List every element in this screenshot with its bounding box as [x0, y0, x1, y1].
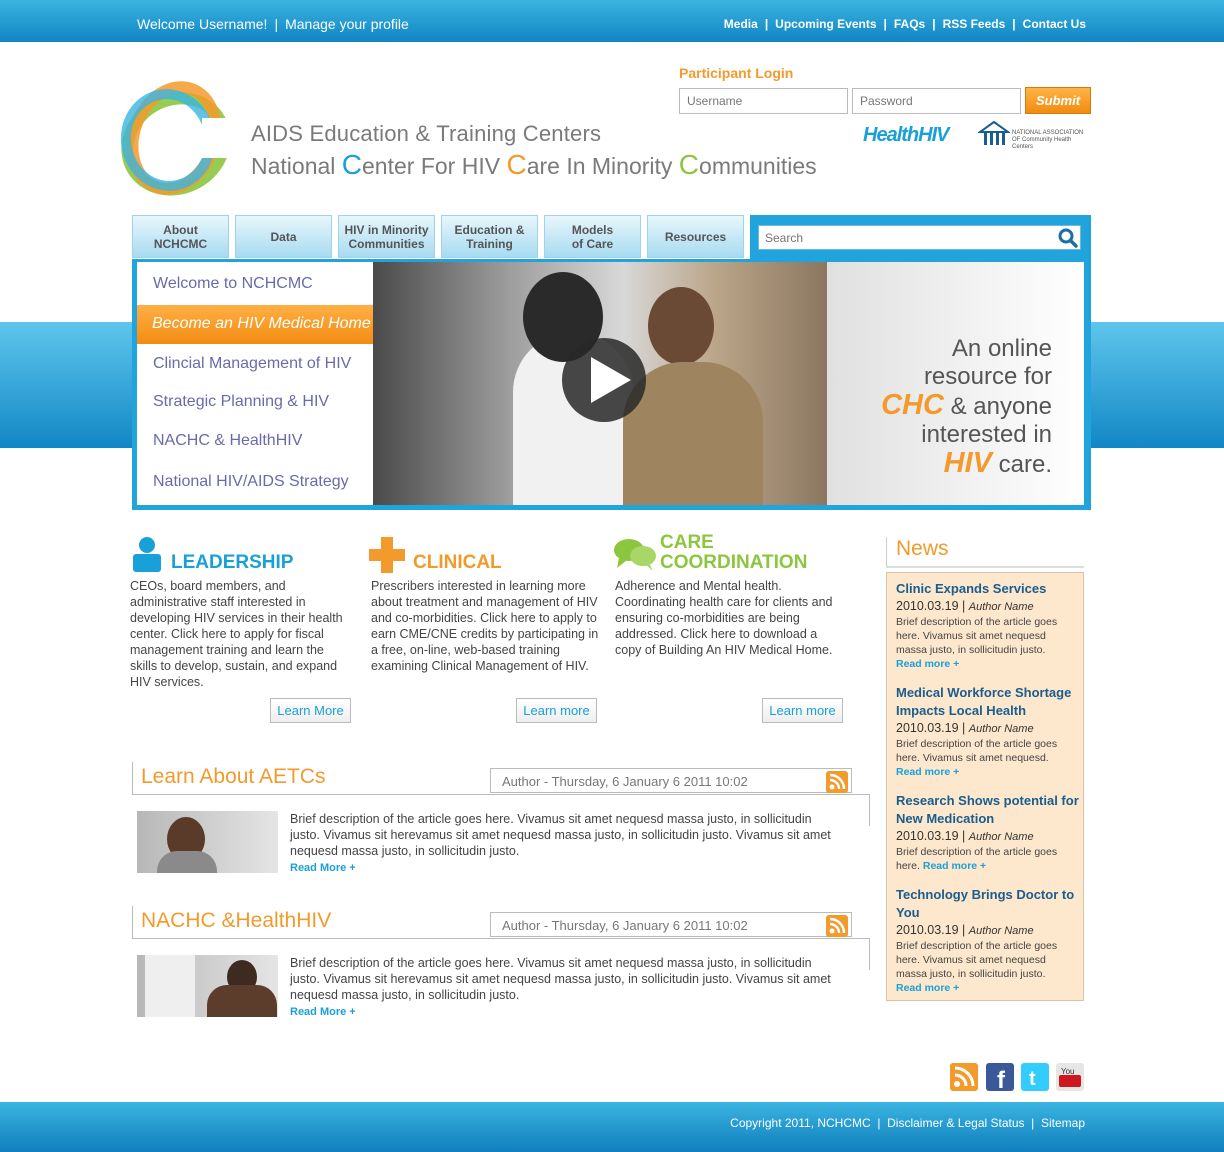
feature-menu: Welcome to NCHCMC Clincial Management of…	[137, 262, 373, 505]
care-coordination-learn-more-button[interactable]: Learn more	[762, 698, 843, 723]
manage-profile-link[interactable]: Manage your profile	[285, 16, 409, 32]
clinical-title: CLINICAL	[413, 552, 502, 573]
tab-data[interactable]: Data	[235, 215, 332, 258]
news-item-title[interactable]: Clinic Expands Services	[896, 580, 1079, 598]
rss-icon[interactable]	[826, 771, 848, 793]
section-heading-nachc: NACHC &HealthHIV	[141, 909, 332, 932]
news-panel: Clinic Expands Services 2010.03.19 | Aut…	[886, 572, 1084, 1001]
twitter-icon[interactable]: t	[1021, 1063, 1049, 1091]
tab-education[interactable]: Education & Training	[441, 215, 538, 258]
news-item-title[interactable]: Medical Workforce Shortage Impacts Local…	[896, 684, 1079, 720]
top-bar: Welcome Username! | Manage your profile Me…	[0, 0, 1224, 42]
menu-item-nachc[interactable]: NACHC & HealthHIV	[153, 432, 302, 450]
section-byline-nachc: Author - Thursday, 6 January 6 2011 10:0…	[490, 912, 852, 937]
article-thumbnail-phone[interactable]	[137, 811, 278, 873]
leadership-title: LEADERSHIP	[171, 552, 294, 573]
welcome-text: Welcome Username!	[137, 16, 268, 32]
speech-bubbles-icon	[614, 539, 656, 571]
footer: Copyright 2011, NCHCMC | Disclaimer & Le…	[0, 1102, 1224, 1152]
search-icon[interactable]	[1058, 228, 1078, 248]
menu-item-medical-home[interactable]: Become an HIV Medical Home	[137, 305, 393, 344]
leadership-text: CEOs, board members, and administrative …	[130, 579, 343, 689]
svg-text:t: t	[1029, 1068, 1036, 1090]
clinical-learn-more-button[interactable]: Learn more	[516, 698, 597, 723]
news-item: Technology Brings Doctor to You 2010.03.…	[896, 886, 1079, 995]
care-coordination-text: Adherence and Mental health. Coordinatin…	[615, 579, 833, 657]
nachc-building-icon	[976, 120, 1012, 145]
login-label: Participant Login	[679, 65, 794, 81]
read-more-link[interactable]: Read More +	[290, 862, 356, 874]
rss-icon[interactable]	[950, 1063, 978, 1091]
news-item: Medical Workforce Shortage Impacts Local…	[896, 684, 1079, 779]
aetc-logo-icon[interactable]	[118, 78, 240, 200]
svg-text:You: You	[1061, 1067, 1075, 1076]
nachc-logo[interactable]: NATIONAL ASSOCIATION OF Community Health…	[976, 120, 1093, 150]
menu-item-welcome[interactable]: Welcome to NCHCMC	[153, 275, 313, 293]
contact-us-link[interactable]: Contact Us	[1023, 17, 1086, 31]
footer-links: Copyright 2011, NCHCMC | Disclaimer & Le…	[730, 1116, 1085, 1130]
tab-hiv-minority[interactable]: HIV in Minority Communities	[338, 215, 435, 258]
care-coordination-title: CARE COORDINATION	[660, 532, 808, 573]
tab-resources[interactable]: Resources	[647, 215, 744, 258]
news-item-title[interactable]: Technology Brings Doctor to You	[896, 886, 1079, 922]
article-text-nachc: Brief description of the article goes he…	[290, 956, 831, 1018]
news-read-more-link[interactable]: Read more +	[896, 982, 959, 994]
upcoming-events-link[interactable]: Upcoming Events	[775, 17, 876, 31]
rss-icon[interactable]	[826, 915, 848, 937]
news-read-more-link[interactable]: Read more +	[896, 658, 959, 670]
disclaimer-link[interactable]: Disclaimer & Legal Status	[887, 1116, 1024, 1130]
youtube-icon[interactable]: You	[1056, 1063, 1084, 1091]
submit-button[interactable]: Submit	[1025, 87, 1091, 114]
search-input[interactable]	[758, 225, 1081, 250]
facebook-icon[interactable]: f	[986, 1063, 1014, 1091]
media-link[interactable]: Media	[724, 17, 758, 31]
copyright-text: Copyright 2011, NCHCMC	[730, 1116, 871, 1130]
news-item: Clinic Expands Services 2010.03.19 | Aut…	[896, 580, 1079, 671]
clinical-text: Prescribers interested in learning more …	[371, 579, 599, 673]
read-more-link[interactable]: Read More +	[290, 1006, 356, 1018]
site-title-line2: National Center For HIV Care In Minority…	[251, 149, 817, 180]
plus-icon	[369, 537, 405, 573]
menu-item-clinical[interactable]: Clincial Management of HIV	[153, 355, 351, 373]
news-item-title[interactable]: Research Shows potential for New Medicat…	[896, 792, 1079, 828]
leadership-learn-more-button[interactable]: Learn More	[270, 698, 351, 723]
person-icon	[133, 537, 161, 572]
news-read-more-link[interactable]: Read more +	[896, 766, 959, 778]
news-item: Research Shows potential for New Medicat…	[896, 792, 1079, 872]
section-heading-aetcs: Learn About AETCs	[141, 765, 326, 788]
nachc-logo-text: NATIONAL ASSOCIATION OF Community Health…	[1012, 130, 1084, 150]
sitemap-link[interactable]: Sitemap	[1041, 1116, 1085, 1130]
play-icon	[591, 357, 631, 403]
svg-text:f: f	[997, 1067, 1006, 1091]
article-thumbnail-doctor[interactable]	[137, 955, 278, 1017]
news-read-more-link[interactable]: Read more +	[923, 860, 986, 872]
menu-item-strategy[interactable]: National HIV/AIDS Strategy	[153, 473, 349, 491]
username-input[interactable]	[679, 88, 848, 114]
section-byline-aetcs: Author - Thursday, 6 January 6 2011 10:0…	[490, 768, 852, 793]
user-links: Welcome Username! | Manage your profile	[137, 16, 409, 32]
tab-about[interactable]: About NCHCMC	[132, 215, 229, 258]
healthhiv-logo[interactable]: HealthHIV	[863, 124, 949, 147]
site-title-line1: AIDS Education & Training Centers	[251, 121, 602, 146]
news-heading: News	[896, 537, 949, 560]
utility-nav: Media | Upcoming Events | FAQs | RSS Feeds | Con…	[723, 17, 1086, 31]
password-input[interactable]	[852, 88, 1021, 114]
menu-item-strategic[interactable]: Strategic Planning & HIV	[153, 393, 329, 411]
article-text-aetcs: Brief description of the article goes he…	[290, 812, 831, 874]
faqs-link[interactable]: FAQs	[894, 17, 925, 31]
tab-models-of-care[interactable]: Models of Care	[544, 215, 641, 258]
feature-tagline: An online resource for CHC & anyone inte…	[881, 335, 1052, 479]
rss-feeds-link[interactable]: RSS Feeds	[943, 17, 1006, 31]
